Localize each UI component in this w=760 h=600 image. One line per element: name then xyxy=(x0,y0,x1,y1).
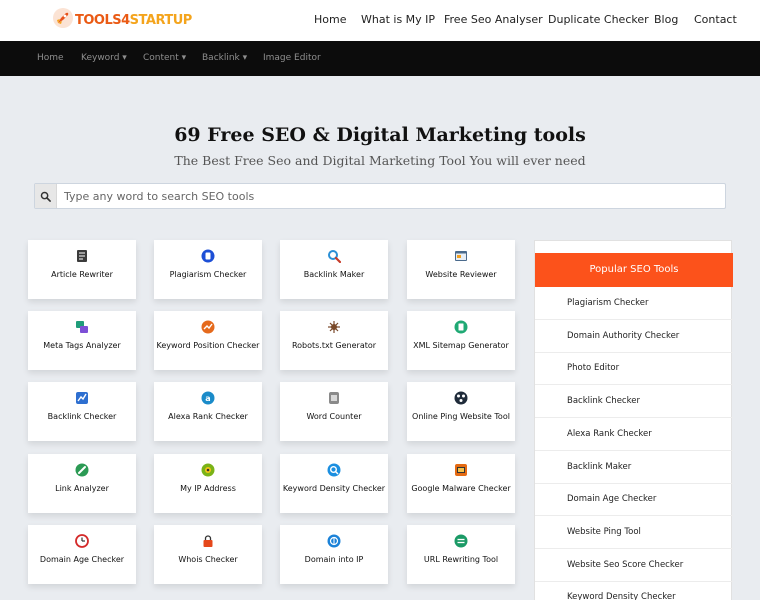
tool-card-label: Domain into IP xyxy=(304,555,364,564)
tool-card-domain-into-ip[interactable]: Domain into IP xyxy=(280,525,388,584)
top-nav-free-seo-analyser[interactable]: Free Seo Analyser xyxy=(444,13,543,26)
tool-card-label: Whois Checker xyxy=(178,555,238,564)
sidebar-item-alexa-rank-checker[interactable]: Alexa Rank Checker xyxy=(535,418,733,451)
url-rewrite-icon xyxy=(454,534,468,548)
tool-card-whois-checker[interactable]: Whois Checker xyxy=(154,525,262,584)
keyword-position-icon xyxy=(201,320,215,334)
tool-card-domain-age-checker[interactable]: Domain Age Checker xyxy=(28,525,136,584)
page-title: 69 Free SEO & Digital Marketing tools xyxy=(174,124,586,146)
browser-icon xyxy=(454,249,468,263)
tool-card-backlink-maker[interactable]: Backlink Maker xyxy=(280,240,388,299)
top-nav-home[interactable]: Home xyxy=(314,13,346,26)
plagiarism-icon xyxy=(201,249,215,263)
sidebar-item-photo-editor[interactable]: Photo Editor xyxy=(535,352,733,386)
sidebar-title: Popular SEO Tools xyxy=(535,253,733,287)
sidebar-item-keyword-density-checker[interactable]: Keyword Density Checker xyxy=(535,581,733,600)
sub-nav-image-editor[interactable]: Image Editor xyxy=(263,53,321,63)
tool-card-label: Robots.txt Generator xyxy=(291,341,377,350)
sitemap-icon xyxy=(454,320,468,334)
lock-icon xyxy=(201,534,215,548)
svg-text:a: a xyxy=(205,394,210,403)
magnifier-icon xyxy=(327,249,341,263)
sidebar-item-domain-authority-checker[interactable]: Domain Authority Checker xyxy=(535,320,733,353)
meta-tags-icon xyxy=(75,320,89,334)
top-nav-what-is-my-ip[interactable]: What is My IP xyxy=(361,13,435,26)
search-input[interactable] xyxy=(57,184,725,208)
globe-icon xyxy=(327,534,341,548)
ip-address-icon xyxy=(201,463,215,477)
sub-nav-backlink[interactable]: Backlink ▾ xyxy=(202,53,247,63)
top-nav-contact[interactable]: Contact xyxy=(694,13,737,26)
tool-card-online-ping-website-tool[interactable]: Online Ping Website Tool xyxy=(407,382,515,441)
search-icon xyxy=(40,187,51,206)
malware-icon xyxy=(454,463,468,477)
clock-icon xyxy=(75,534,89,548)
tool-card-label: Article Rewriter xyxy=(51,270,113,279)
brand-logo[interactable]: TOOLS4STARTUP xyxy=(52,7,192,33)
robot-icon xyxy=(327,320,341,334)
tool-card-alexa-rank-checker[interactable]: a Alexa Rank Checker xyxy=(154,382,262,441)
tool-card-label: My IP Address xyxy=(180,484,236,493)
tool-card-article-rewriter[interactable]: Article Rewriter xyxy=(28,240,136,299)
tool-card-my-ip-address[interactable]: My IP Address xyxy=(154,454,262,513)
brand-name: TOOLS4STARTUP xyxy=(75,12,192,28)
page-subtitle: The Best Free Seo and Digital Marketing … xyxy=(174,153,586,168)
tool-card-label: Link Analyzer xyxy=(55,484,109,493)
tool-card-url-rewriting-tool[interactable]: URL Rewriting Tool xyxy=(407,525,515,584)
tool-card-label: Word Counter xyxy=(306,412,362,421)
tool-card-label: Meta Tags Analyzer xyxy=(43,341,121,350)
tool-card-link-analyzer[interactable]: Link Analyzer xyxy=(28,454,136,513)
tool-card-xml-sitemap-generator[interactable]: XML Sitemap Generator xyxy=(407,311,515,370)
tool-card-plagiarism-checker[interactable]: Plagiarism Checker xyxy=(154,240,262,299)
tool-card-label: Website Reviewer xyxy=(425,270,497,279)
alexa-icon: a xyxy=(201,391,215,405)
tool-card-label: Google Malware Checker xyxy=(411,484,511,493)
tool-card-label: URL Rewriting Tool xyxy=(423,555,499,564)
keyword-density-icon xyxy=(327,463,341,477)
tool-card-label: XML Sitemap Generator xyxy=(413,341,509,350)
tool-card-keyword-position-checker[interactable]: Keyword Position Checker xyxy=(154,311,262,370)
sidebar-item-website-seo-score-checker[interactable]: Website Seo Score Checker xyxy=(535,549,733,582)
tool-card-label: Plagiarism Checker xyxy=(169,270,247,279)
tool-card-backlink-checker[interactable]: Backlink Checker xyxy=(28,382,136,441)
backlink-checker-icon xyxy=(75,391,89,405)
sidebar-item-backlink-maker[interactable]: Backlink Maker xyxy=(535,451,733,484)
tool-card-keyword-density-checker[interactable]: Keyword Density Checker xyxy=(280,454,388,513)
link-icon xyxy=(75,463,89,477)
search-bar xyxy=(34,183,726,209)
tool-card-meta-tags-analyzer[interactable]: Meta Tags Analyzer xyxy=(28,311,136,370)
sidebar-item-backlink-checker[interactable]: Backlink Checker xyxy=(535,385,733,419)
tool-card-label: Online Ping Website Tool xyxy=(412,412,510,421)
sub-nav-content[interactable]: Content ▾ xyxy=(143,53,186,63)
sub-nav-home[interactable]: Home xyxy=(37,53,64,63)
tool-card-label: Keyword Position Checker xyxy=(156,341,260,350)
top-header: TOOLS4STARTUP Home What is My IP Free Se… xyxy=(0,0,760,41)
sidebar-item-domain-age-checker[interactable]: Domain Age Checker xyxy=(535,483,733,517)
tool-card-website-reviewer[interactable]: Website Reviewer xyxy=(407,240,515,299)
word-counter-icon xyxy=(327,391,341,405)
ping-icon xyxy=(454,391,468,405)
top-nav-duplicate-checker[interactable]: Duplicate Checker xyxy=(548,13,649,26)
tool-card-label: Backlink Checker xyxy=(47,412,117,421)
tool-card-label: Alexa Rank Checker xyxy=(168,412,248,421)
tool-card-word-counter[interactable]: Word Counter xyxy=(280,382,388,441)
tool-card-google-malware-checker[interactable]: Google Malware Checker xyxy=(407,454,515,513)
top-nav-blog[interactable]: Blog xyxy=(654,13,678,26)
sub-nav-keyword[interactable]: Keyword ▾ xyxy=(81,53,127,63)
tool-card-label: Keyword Density Checker xyxy=(282,484,386,493)
sidebar-item-website-ping-tool[interactable]: Website Ping Tool xyxy=(535,516,733,549)
tool-card-label: Backlink Maker xyxy=(303,270,365,279)
search-button[interactable] xyxy=(35,184,57,208)
sidebar-item-plagiarism-checker[interactable]: Plagiarism Checker xyxy=(535,287,733,320)
sub-nav: Home Keyword ▾ Content ▾ Backlink ▾ Imag… xyxy=(0,41,760,76)
tool-card-label: Domain Age Checker xyxy=(39,555,125,564)
popular-tools-sidebar: Popular SEO Tools Plagiarism Checker Doma… xyxy=(534,240,733,600)
rocket-icon xyxy=(52,7,74,33)
tool-card-robots-txt-generator[interactable]: Robots.txt Generator xyxy=(280,311,388,370)
article-rewriter-icon xyxy=(75,249,89,263)
